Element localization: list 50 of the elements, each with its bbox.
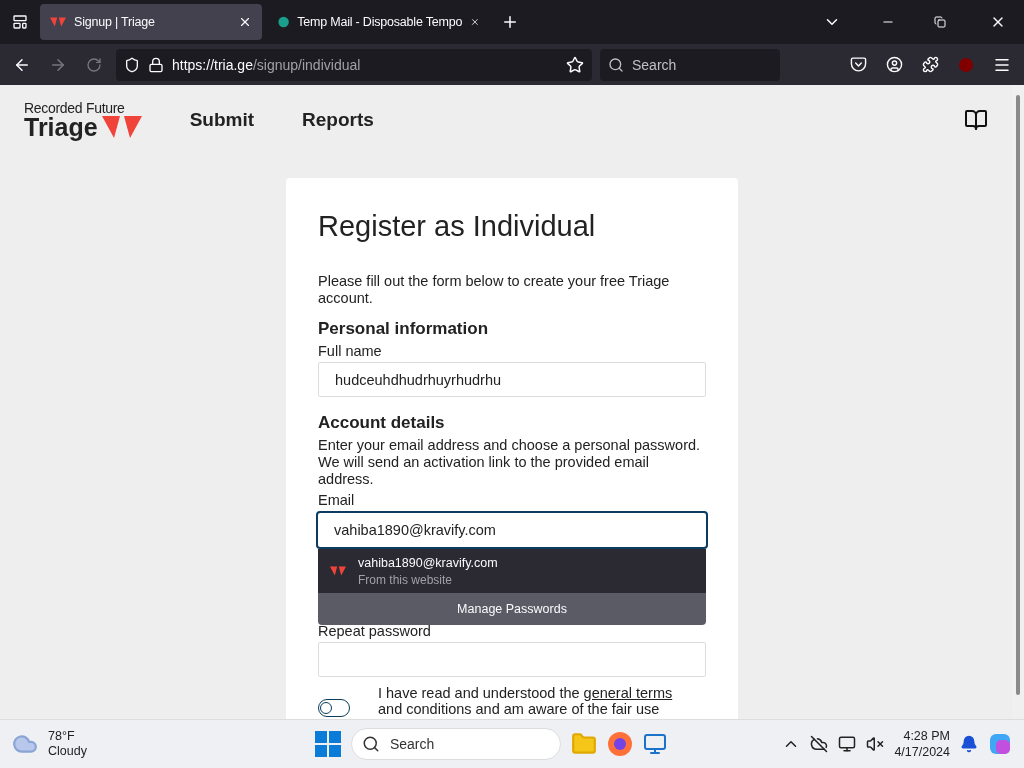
start-icon[interactable] [314,731,341,757]
browser-tab[interactable]: Temp Mail - Disposable Tempo [268,4,490,40]
nav-link[interactable]: Reports [302,109,374,131]
bell-icon[interactable] [960,735,978,753]
logo-brand: Recorded Future [24,100,126,115]
suggestion-email: vahiba1890@kravify.com [358,555,498,570]
lock-icon [148,56,164,73]
nav-link[interactable]: Submit [189,109,255,131]
clock-date: 4/17/2024 [894,744,950,761]
mute-icon[interactable] [866,735,885,753]
logo-product: Triage [24,114,98,140]
clock-time: 4:28 PM [903,727,950,744]
account-text: Enter your email address and choose a personal password. We will send an activation link to the provided email address. [318,437,702,488]
terms-text: I have read and understood the general terms and conditions and am aware of the fair use [378,685,674,717]
weather-condition: Cloudy [48,744,87,759]
terms-toggle[interactable] [318,699,350,717]
address-bar[interactable]: https://tria.ge/signup/individual [116,48,592,81]
autocomplete-item[interactable]: vahiba1890@kravify.com From this website [318,549,706,593]
copilot-icon[interactable] [988,732,1012,756]
site-icon [278,14,290,30]
taskbar-search[interactable]: Search [350,728,561,760]
field-label: Full name [318,343,383,359]
site-icon [330,566,346,576]
book-icon[interactable] [964,108,988,132]
repeat-password-field[interactable] [318,642,706,677]
logo-mark-icon [101,116,142,138]
terms-link[interactable]: general terms [583,685,673,701]
browser-icon[interactable] [606,731,633,757]
weather-temp: 78°F [48,729,76,744]
shield-icon [124,56,140,73]
search-field[interactable]: Search [600,48,780,81]
browser-tab[interactable]: Signup | Triage [40,4,262,40]
field-label: Repeat password [318,623,432,639]
intro-text: Please fill out the form below to create your free Triage account. [318,273,671,307]
suggestion-source: From this website [358,572,454,587]
full-name-field[interactable]: hudceuhdhudrhuyrhudrhu [318,362,706,397]
form-title: Register as Individual [318,210,597,243]
bookmark-star-icon[interactable] [566,55,584,74]
field-label: Email [318,492,356,508]
manage-passwords-button[interactable]: Manage Passwords [318,593,706,625]
app-icon[interactable] [642,732,667,756]
section-heading: Account details [318,413,446,433]
section-heading: Personal information [318,319,490,339]
email-field[interactable]: vahiba1890@kravify.com [316,511,708,549]
cloud-off-icon[interactable] [810,735,829,753]
site-icon [50,17,66,27]
search-icon [361,735,380,753]
search-icon [608,56,624,73]
url-text: https://tria.ge/signup/individual [172,56,362,73]
close-icon[interactable] [238,15,252,29]
